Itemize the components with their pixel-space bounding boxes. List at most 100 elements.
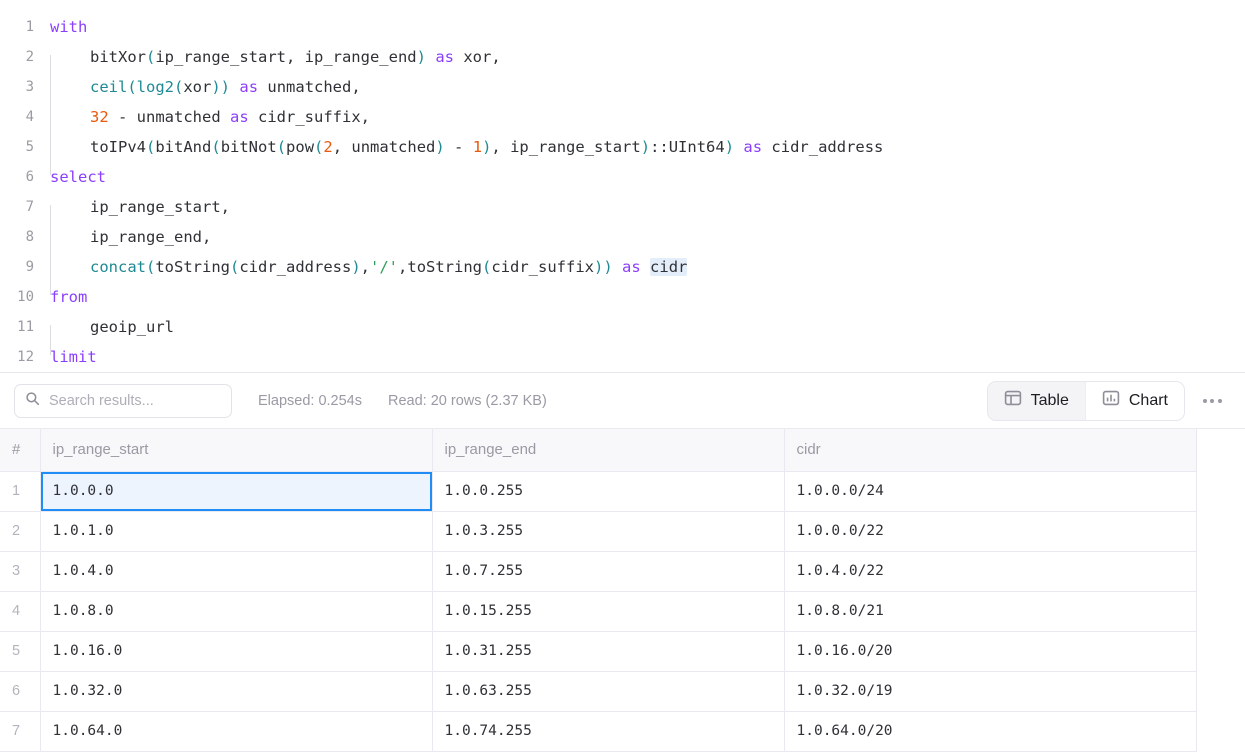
code-token: ( xyxy=(211,138,220,156)
cell-ip-range-start[interactable]: 1.0.8.0 xyxy=(40,591,432,631)
cell-ip-range-start[interactable]: 1.0.4.0 xyxy=(40,551,432,591)
code-token: ( xyxy=(482,258,491,276)
code-token: log2 xyxy=(137,78,174,96)
cell-index: 7 xyxy=(0,711,40,751)
cell-ip-range-start[interactable]: 1.0.32.0 xyxy=(40,671,432,711)
cell-ip-range-end[interactable]: 1.0.31.255 xyxy=(432,631,784,671)
code-line-text: concat(toString(cidr_address),'/',toStri… xyxy=(34,252,1245,282)
line-number: 12 xyxy=(0,342,34,372)
sql-editor[interactable]: 1with2bitXor(ip_range_start, ip_range_en… xyxy=(0,0,1245,372)
line-number: 5 xyxy=(0,132,34,162)
column-header-cidr[interactable]: cidr xyxy=(784,429,1196,471)
code-token: toString xyxy=(155,258,230,276)
code-token: with xyxy=(50,18,87,36)
code-line[interactable]: 9concat(toString(cidr_address),'/',toStr… xyxy=(0,252,1245,282)
code-line[interactable]: 1with xyxy=(0,12,1245,42)
code-token: cidr_suffix xyxy=(491,258,594,276)
code-token: as xyxy=(622,258,641,276)
cell-cidr[interactable]: 1.0.0.0/24 xyxy=(784,471,1196,511)
code-token: ( xyxy=(314,138,323,156)
cell-ip-range-end[interactable]: 1.0.7.255 xyxy=(432,551,784,591)
cell-ip-range-end[interactable]: 1.0.74.255 xyxy=(432,711,784,751)
code-line[interactable]: 432 - unmatched as cidr_suffix, xyxy=(0,102,1245,132)
code-token: from xyxy=(50,288,87,306)
cell-ip-range-start[interactable]: 1.0.64.0 xyxy=(40,711,432,751)
cell-ip-range-end[interactable]: 1.0.0.255 xyxy=(432,471,784,511)
cell-ip-range-end[interactable]: 1.0.3.255 xyxy=(432,511,784,551)
cell-cidr[interactable]: 1.0.64.0/20 xyxy=(784,711,1196,751)
code-line-text: toIPv4(bitAnd(bitNot(pow(2, unmatched) -… xyxy=(34,132,1245,162)
code-token: select xyxy=(50,168,106,186)
search-input[interactable] xyxy=(49,393,221,409)
code-line[interactable]: 5toIPv4(bitAnd(bitNot(pow(2, unmatched) … xyxy=(0,132,1245,162)
code-token: ( xyxy=(230,258,239,276)
table-row[interactable]: 61.0.32.01.0.63.2551.0.32.0/19 xyxy=(0,671,1196,711)
code-line[interactable]: 12limit xyxy=(0,342,1245,372)
table-row[interactable]: 51.0.16.01.0.31.2551.0.16.0/20 xyxy=(0,631,1196,671)
table-row[interactable]: 11.0.0.01.0.0.2551.0.0.0/24 xyxy=(0,471,1196,511)
elapsed-stat: Elapsed: 0.254s xyxy=(258,393,362,409)
table-row[interactable]: 71.0.64.01.0.74.2551.0.64.0/20 xyxy=(0,711,1196,751)
cell-ip-range-end[interactable]: 1.0.63.255 xyxy=(432,671,784,711)
code-token: 2 xyxy=(323,138,332,156)
results-table-head: # ip_range_start ip_range_end cidr xyxy=(0,429,1196,471)
code-line[interactable]: 7ip_range_start, xyxy=(0,192,1245,222)
search-icon xyxy=(25,391,40,411)
tab-chart[interactable]: Chart xyxy=(1085,382,1184,420)
code-line[interactable]: 3ceil(log2(xor)) as unmatched, xyxy=(0,72,1245,102)
code-token: toString xyxy=(407,258,482,276)
code-token: pow xyxy=(286,138,314,156)
code-token: ) xyxy=(435,138,444,156)
tab-table-label: Table xyxy=(1031,392,1069,410)
cell-ip-range-start[interactable]: 1.0.1.0 xyxy=(40,511,432,551)
code-token: ( xyxy=(146,138,155,156)
table-row[interactable]: 21.0.1.01.0.3.2551.0.0.0/22 xyxy=(0,511,1196,551)
code-line-text: geoip_url xyxy=(34,312,1245,342)
code-token: cidr_suffix, xyxy=(249,108,370,126)
column-header-ip-range-end[interactable]: ip_range_end xyxy=(432,429,784,471)
code-line-text: ip_range_end, xyxy=(34,222,1245,252)
code-line[interactable]: 8ip_range_end, xyxy=(0,222,1245,252)
cell-cidr[interactable]: 1.0.8.0/21 xyxy=(784,591,1196,631)
code-line[interactable]: 11geoip_url xyxy=(0,312,1245,342)
code-token: ceil xyxy=(90,78,127,96)
cell-cidr[interactable]: 1.0.32.0/19 xyxy=(784,671,1196,711)
code-line-text: 32 - unmatched as cidr_suffix, xyxy=(34,102,1245,132)
code-token: ip_range_start, ip_range_end xyxy=(155,48,416,66)
cell-ip-range-start[interactable]: 1.0.16.0 xyxy=(40,631,432,671)
cell-ip-range-start[interactable]: 1.0.0.0 xyxy=(40,471,432,511)
code-token: bitAnd xyxy=(155,138,211,156)
code-line[interactable]: 6select xyxy=(0,162,1245,192)
cell-cidr[interactable]: 1.0.4.0/22 xyxy=(784,551,1196,591)
cell-ip-range-end[interactable]: 1.0.15.255 xyxy=(432,591,784,631)
cell-index: 3 xyxy=(0,551,40,591)
search-results-box[interactable] xyxy=(14,384,232,418)
code-line-text: from xyxy=(34,282,1245,312)
line-number: 7 xyxy=(0,192,34,222)
cell-cidr[interactable]: 1.0.0.0/22 xyxy=(784,511,1196,551)
table-row[interactable]: 31.0.4.01.0.7.2551.0.4.0/22 xyxy=(0,551,1196,591)
code-token: ( xyxy=(146,258,155,276)
results-table: # ip_range_start ip_range_end cidr 11.0.… xyxy=(0,429,1197,752)
code-line[interactable]: 10 from xyxy=(0,282,1245,312)
code-token: )) xyxy=(594,258,613,276)
code-token: , ip_range_start xyxy=(491,138,640,156)
code-token: , xyxy=(361,258,370,276)
table-icon xyxy=(1004,389,1022,412)
column-header-index[interactable]: # xyxy=(0,429,40,471)
column-header-ip-range-start[interactable]: ip_range_start xyxy=(40,429,432,471)
code-token: bitXor xyxy=(90,48,146,66)
tab-table[interactable]: Table xyxy=(988,382,1085,420)
results-table-container[interactable]: # ip_range_start ip_range_end cidr 11.0.… xyxy=(0,428,1245,752)
code-lines[interactable]: 1with2bitXor(ip_range_start, ip_range_en… xyxy=(0,12,1245,372)
code-line-text: with xyxy=(34,12,1245,42)
code-token: , unmatched xyxy=(333,138,436,156)
table-row[interactable]: 41.0.8.01.0.15.2551.0.8.0/21 xyxy=(0,591,1196,631)
code-token: 1 xyxy=(473,138,482,156)
line-number: 10 xyxy=(0,282,34,312)
more-options-button[interactable] xyxy=(1197,386,1227,416)
cell-cidr[interactable]: 1.0.16.0/20 xyxy=(784,631,1196,671)
code-token: , xyxy=(398,258,407,276)
code-line[interactable]: 2bitXor(ip_range_start, ip_range_end) as… xyxy=(0,42,1245,72)
more-dot xyxy=(1218,399,1222,403)
